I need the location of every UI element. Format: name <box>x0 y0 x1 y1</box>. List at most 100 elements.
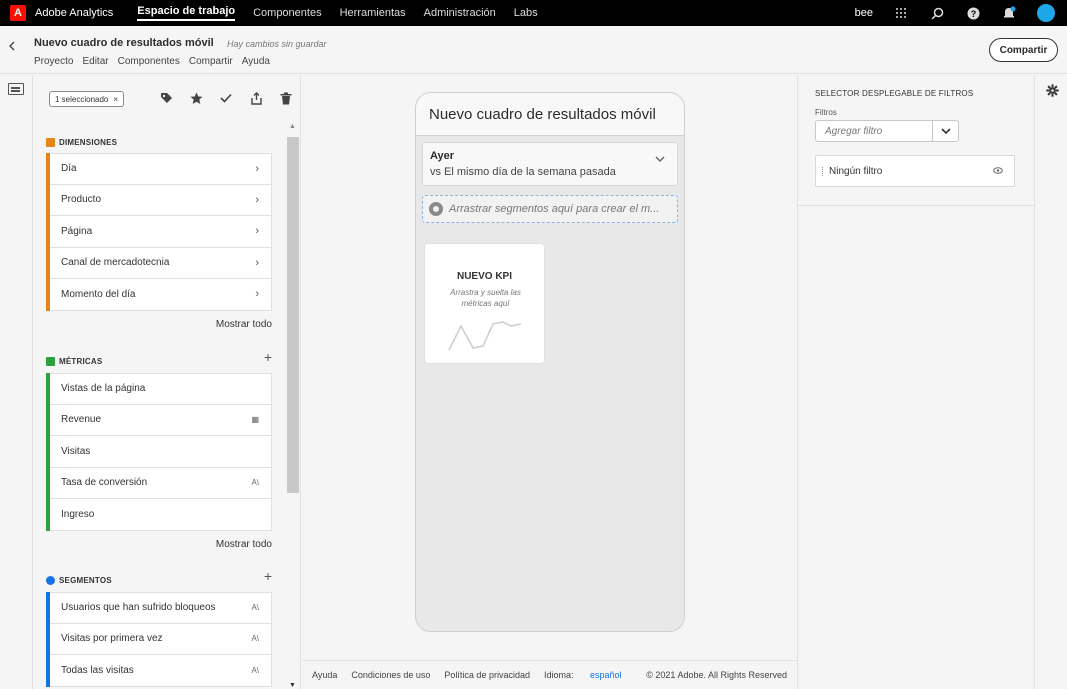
add-filter-input[interactable]: Agregar filtro <box>815 120 932 142</box>
footer-terms-link[interactable]: Condiciones de uso <box>351 670 430 680</box>
date-compare-label: vs El mismo día de la semana pasada <box>430 166 616 178</box>
components-list-scroll[interactable]: DIMENSIONES Día › Producto › Página › Canal… <box>42 123 283 689</box>
list-item[interactable]: Día › <box>46 153 272 185</box>
scorecard-title[interactable]: Nuevo cuadro de resultados móvil <box>416 93 684 136</box>
check-icon[interactable] <box>218 90 234 106</box>
footer-language: Idioma: español <box>544 670 636 680</box>
metrics-title: MÉTRICAS <box>59 356 103 366</box>
metrics-list: Vistas de la página Revenue ▦ Visitas Tas… <box>46 373 272 531</box>
list-item[interactable]: Visitas por primera vez A\ <box>46 622 272 655</box>
segments-icon <box>46 575 55 585</box>
selected-count-badge[interactable]: 1 seleccionado × <box>49 91 125 107</box>
menu-edit[interactable]: Editar <box>82 56 108 67</box>
trash-icon[interactable] <box>278 90 294 106</box>
components-scrollbar[interactable]: ▲ ▼ <box>286 123 300 689</box>
nav-tools[interactable]: Herramientas <box>340 7 406 19</box>
filters-label: Filtros <box>815 108 837 117</box>
notifications-bell-icon[interactable] <box>1001 5 1017 21</box>
copyright-text: © 2021 Adobe. All Rights Reserved <box>646 670 787 680</box>
help-icon[interactable]: ? <box>965 5 981 21</box>
language-selector-link[interactable]: español <box>590 670 622 680</box>
components-toolbar <box>158 90 294 106</box>
scroll-down-arrow-icon[interactable]: ▼ <box>289 682 296 689</box>
kpi-title: NUEVO KPI <box>456 271 512 282</box>
scroll-up-arrow-icon[interactable]: ▲ <box>289 123 296 130</box>
brand-name[interactable]: Adobe Analytics <box>35 7 113 19</box>
filter-dropdown-chevron-icon[interactable] <box>932 120 959 142</box>
dimensions-show-all-link[interactable]: Mostrar todo <box>216 319 272 330</box>
add-metric-icon[interactable]: + <box>264 349 272 365</box>
back-chevron-icon[interactable] <box>8 40 20 56</box>
segments-title: SEGMENTOS <box>59 575 112 585</box>
list-item[interactable]: Producto › <box>46 183 272 216</box>
sparkline-placeholder-icon <box>448 321 522 351</box>
search-icon[interactable] <box>929 5 945 21</box>
nav-right-group: bee ? <box>855 0 1067 26</box>
clear-selection-icon[interactable]: × <box>113 95 118 104</box>
chevron-right-icon[interactable]: › <box>255 288 259 300</box>
item-label: Producto <box>61 194 102 206</box>
scrollbar-thumb[interactable] <box>287 137 299 493</box>
user-avatar[interactable] <box>1037 4 1055 22</box>
language-label: Idioma: <box>543 670 574 680</box>
nav-workspace[interactable]: Espacio de trabajo <box>137 5 236 21</box>
chevron-right-icon[interactable]: › <box>255 257 259 269</box>
kpi-subtitle: Arrastra y suelta las métricas aquí <box>450 288 521 308</box>
panels-toggle-icon[interactable] <box>8 83 24 95</box>
menu-components[interactable]: Componentes <box>118 56 180 67</box>
filter-item[interactable]: Ningún filtro <box>815 155 1015 187</box>
chevron-right-icon[interactable]: › <box>255 194 259 206</box>
list-item[interactable]: Canal de mercadotecnia › <box>46 246 272 279</box>
share-button[interactable]: Compartir <box>989 38 1058 62</box>
menu-project[interactable]: Proyecto <box>34 56 73 67</box>
workspace-canvas: Nuevo cuadro de resultados móvil Ayer vs… <box>302 75 797 660</box>
nav-components[interactable]: Componentes <box>253 7 322 19</box>
adobe-icon: A\ <box>251 634 259 644</box>
chevron-right-icon[interactable]: › <box>255 163 259 175</box>
adobe-icon: A\ <box>251 603 259 613</box>
apps-grid-icon[interactable] <box>893 5 909 21</box>
item-label: Vistas de la página <box>61 383 146 395</box>
share-icon[interactable] <box>248 90 264 106</box>
list-item[interactable]: Ingreso <box>46 498 272 531</box>
list-item[interactable]: Vistas de la página <box>46 373 272 405</box>
list-item[interactable]: Momento del día › <box>46 278 272 311</box>
metrics-show-all-link[interactable]: Mostrar todo <box>216 539 272 550</box>
dimensions-section-header[interactable]: DIMENSIONES <box>46 135 117 149</box>
segment-drop-zone[interactable]: Arrastrar segmentos aquí para crear el m… <box>422 195 678 223</box>
project-title[interactable]: Nuevo cuadro de resultados móvil <box>34 37 214 49</box>
visibility-eye-icon[interactable] <box>993 166 1003 176</box>
metrics-section-header[interactable]: MÉTRICAS <box>46 354 102 368</box>
adobe-logo-icon[interactable]: A <box>10 5 26 21</box>
list-item[interactable]: Revenue ▦ <box>46 403 272 436</box>
footer-privacy-link[interactable]: Política de privacidad <box>444 670 530 680</box>
add-segment-icon[interactable]: + <box>264 568 272 584</box>
segments-section-header[interactable]: SEGMENTOS <box>46 573 112 587</box>
dimensions-icon <box>46 137 55 147</box>
tag-icon[interactable] <box>158 90 174 106</box>
user-name[interactable]: bee <box>855 7 873 19</box>
date-range-selector[interactable]: Ayer vs El mismo día de la semana pasada <box>422 142 678 186</box>
list-item[interactable]: Usuarios que han sufrido bloqueos A\ <box>46 592 272 624</box>
nav-labs[interactable]: Labs <box>514 7 538 19</box>
date-range-label: Ayer <box>430 150 455 162</box>
kpi-tile[interactable]: NUEVO KPI Arrastra y suelta las métricas… <box>424 243 545 364</box>
top-navigation-bar: A Adobe Analytics Espacio de trabajo Com… <box>0 0 1067 26</box>
list-item[interactable]: Página › <box>46 215 272 248</box>
star-icon[interactable] <box>188 90 204 106</box>
unsaved-changes-label: Hay cambios sin guardar <box>227 39 327 49</box>
gear-icon[interactable] <box>1046 84 1059 100</box>
nav-administration[interactable]: Administración <box>424 7 496 19</box>
chevron-right-icon[interactable]: › <box>255 225 259 237</box>
drag-handle-icon[interactable] <box>822 167 824 176</box>
list-item[interactable]: Tasa de conversión A\ <box>46 466 272 499</box>
svg-text:?: ? <box>970 9 976 19</box>
list-item[interactable]: Todas las visitas A\ <box>46 654 272 687</box>
selected-count-label: 1 seleccionado <box>55 94 109 104</box>
menu-share[interactable]: Compartir <box>189 56 233 67</box>
item-label: Revenue <box>61 414 102 426</box>
footer-help-link[interactable]: Ayuda <box>312 670 337 680</box>
list-item[interactable]: Visitas <box>46 435 272 468</box>
chevron-down-icon[interactable] <box>655 155 665 166</box>
menu-help[interactable]: Ayuda <box>242 56 270 67</box>
